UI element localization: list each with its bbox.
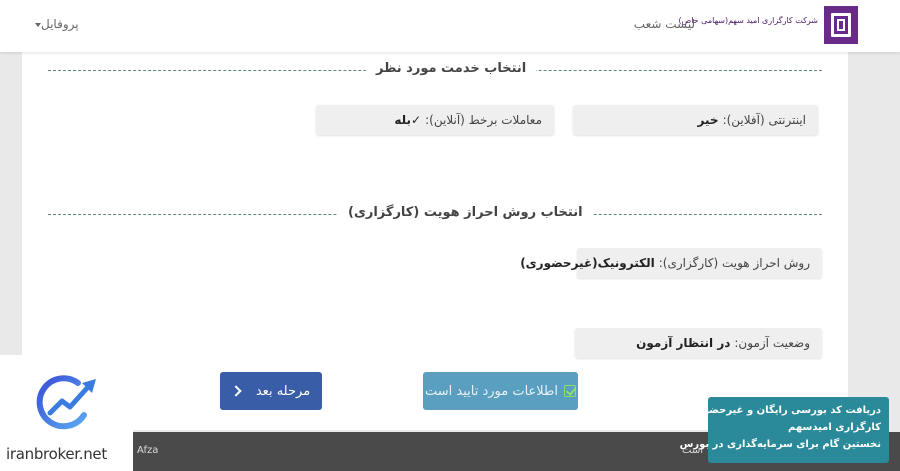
confirm-info-button[interactable]: اطلاعات مورد تایید است — [423, 372, 578, 410]
exam-status-value: در انتظار آزمون — [636, 336, 731, 350]
chevron-right-icon — [230, 385, 242, 397]
promo-line-2: کارگزاری امیدسهم — [788, 422, 881, 433]
exam-status-label: وضعیت آزمون: — [734, 336, 810, 350]
promo-line-3: نخستین گام برای سرمایه‌گذاری در بورس — [679, 439, 881, 450]
footer-left-text: Afza — [137, 445, 159, 456]
auth-method-value: الکترونیک(غیرحضوری) — [520, 256, 655, 270]
form-card: انتخاب خدمت مورد نظر اینترنتی (آفلاین): … — [22, 52, 848, 430]
promo-banner[interactable]: دریافت کد بورسی رایگان و غیرحضوری | کارگ… — [679, 397, 889, 463]
watermark-brand-card: iranbroker.net — [0, 355, 133, 471]
confirm-info-label: اطلاعات مورد تایید است — [424, 383, 559, 399]
online-trading-value: ✓بله — [394, 113, 422, 127]
internet-service-box: اینترنتی (آفلاین): خیر — [573, 105, 818, 135]
top-navbar: شرکت کارگزاری امید سهم(سهامی خاص) لیست ش… — [0, 0, 900, 52]
auth-method-box: روش احراز هویت (کارگزاری): الکترونیک(غیر… — [520, 248, 822, 278]
online-trading-label: معاملات برخط (آنلاین): — [425, 113, 542, 127]
next-step-button[interactable]: مرحله بعد — [220, 372, 322, 410]
auth-method-label: روش احراز هویت (کارگزاری): — [658, 256, 810, 270]
next-step-label: مرحله بعد — [255, 383, 311, 399]
branches-link[interactable]: لیست شعب — [634, 17, 695, 31]
profile-menu-label: پروفایل — [41, 17, 79, 31]
promo-line-1: دریافت کد بورسی رایگان و غیرحضوری | — [680, 405, 881, 416]
company-logo-icon[interactable] — [824, 6, 858, 44]
internet-service-value: خیر — [697, 113, 719, 127]
section-title-auth: انتخاب روش احراز هویت (کارگزاری) — [338, 205, 593, 220]
internet-service-label: اینترنتی (آفلاین): — [722, 113, 806, 127]
profile-menu[interactable]: پروفایل — [32, 17, 79, 31]
company-name: شرکت کارگزاری امید سهم(سهامی خاص) — [678, 16, 818, 25]
exam-status-box: وضعیت آزمون: در انتظار آزمون — [575, 328, 822, 358]
watermark-brand-text: iranbroker.net — [6, 445, 107, 463]
growth-chart-logo-icon — [36, 375, 96, 430]
section-title-service: انتخاب خدمت مورد نظر — [366, 61, 537, 76]
check-square-icon — [564, 385, 577, 397]
online-trading-box: معاملات برخط (آنلاین): ✓بله — [316, 105, 554, 135]
